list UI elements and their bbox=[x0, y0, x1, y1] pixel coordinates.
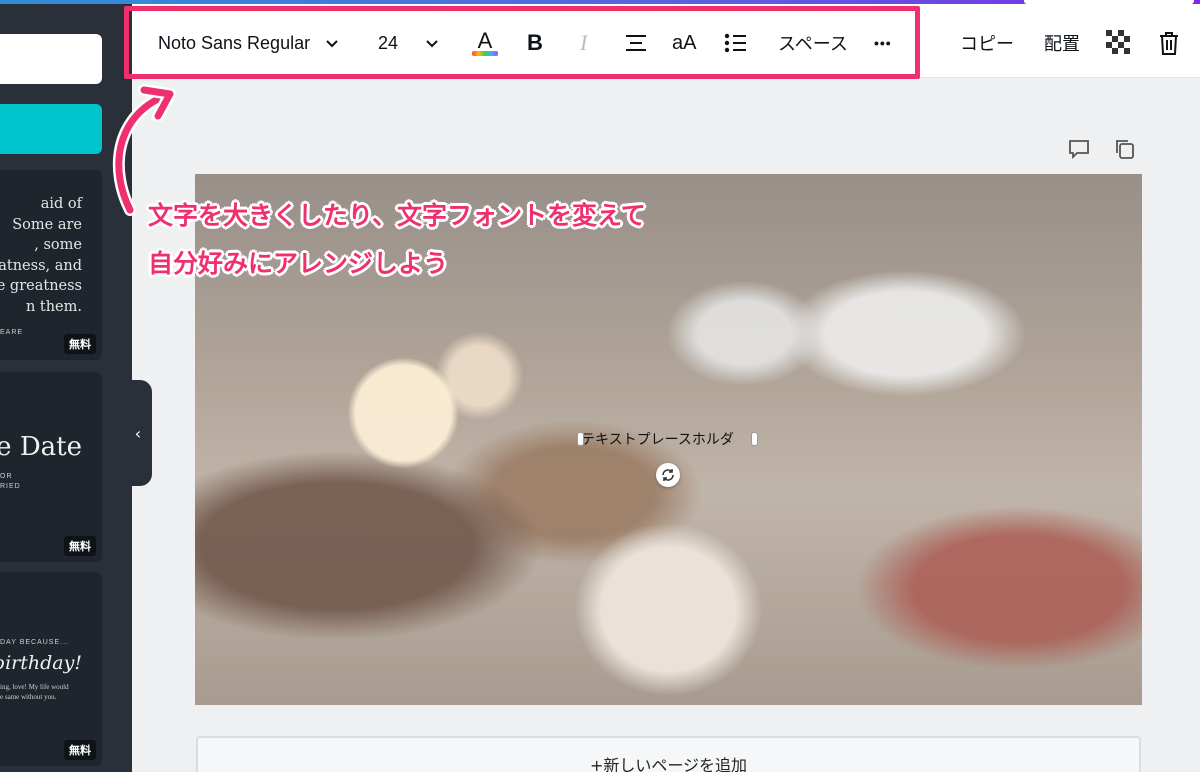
copy-button[interactable]: コピー bbox=[960, 24, 1014, 62]
collapse-sidebar-button[interactable]: ‹ bbox=[118, 380, 152, 486]
template-kicker: DAY BECAUSE... bbox=[0, 639, 69, 646]
template-card[interactable]: he Date OR RIED 無料 bbox=[0, 372, 102, 562]
template-subtitle: OR RIED bbox=[0, 473, 21, 490]
rotate-handle[interactable] bbox=[656, 463, 680, 487]
comment-button[interactable] bbox=[1068, 138, 1090, 165]
add-page-button[interactable]: +新しいページを追加 bbox=[196, 736, 1141, 772]
free-badge: 無料 bbox=[64, 536, 96, 556]
template-quote: aid of Some are , some eatness, and e gr… bbox=[0, 196, 82, 315]
toolbar-highlight-box bbox=[124, 6, 920, 79]
rotate-icon bbox=[662, 469, 674, 481]
delete-button[interactable] bbox=[1158, 24, 1180, 62]
sidebar-action-button[interactable] bbox=[0, 104, 102, 154]
free-badge: 無料 bbox=[64, 334, 96, 354]
template-card[interactable]: DAY BECAUSE... birthday! ing, love! My l… bbox=[0, 572, 102, 766]
template-body: ing, love! My life would e same without … bbox=[0, 683, 69, 701]
transparency-button[interactable] bbox=[1106, 24, 1132, 62]
template-title: birthday! bbox=[0, 652, 82, 674]
transparency-icon bbox=[1106, 30, 1132, 56]
annotation-line-2: 自分好みにアレンジしよう bbox=[148, 249, 449, 278]
template-card[interactable]: aid of Some are , some eatness, and e gr… bbox=[0, 170, 102, 360]
arrange-button[interactable]: 配置 bbox=[1044, 24, 1080, 62]
chevron-left-icon: ‹ bbox=[134, 423, 142, 443]
free-badge: 無料 bbox=[64, 740, 96, 760]
comment-icon bbox=[1069, 140, 1089, 160]
template-title: he Date bbox=[0, 432, 82, 462]
annotation-line-1: 文字を大きくしたり、文字フォントを変えて bbox=[148, 201, 646, 230]
resize-handle-left[interactable] bbox=[577, 432, 584, 446]
trash-icon bbox=[1160, 32, 1178, 55]
text-placeholder[interactable]: テキストプレースホルダ bbox=[581, 428, 755, 450]
search-input[interactable] bbox=[0, 34, 102, 84]
duplicate-page-button[interactable] bbox=[1114, 138, 1136, 165]
resize-handle-right[interactable] bbox=[751, 432, 758, 446]
duplicate-icon bbox=[1116, 140, 1134, 159]
template-author: EARE bbox=[0, 329, 24, 336]
